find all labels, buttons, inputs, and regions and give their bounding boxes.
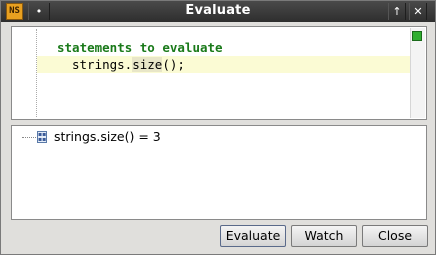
maximize-button[interactable]: ↑ (388, 3, 406, 20)
editor-comment-line: statements to evaluate (57, 40, 223, 55)
variable-icon: ▪▪ ▪▪ (37, 131, 47, 143)
close-button[interactable]: Close (362, 225, 428, 247)
statement-editor[interactable]: statements to evaluate strings.size(); (11, 26, 427, 120)
result-item[interactable]: strings.size() = 3 (54, 129, 161, 144)
code-highlight-word: size (132, 57, 163, 72)
results-tree[interactable]: ▪▪ ▪▪ strings.size() = 3 (11, 125, 427, 220)
status-indicator-icon (412, 31, 422, 41)
evaluate-button[interactable]: Evaluate (220, 225, 286, 247)
editor-gutter (36, 29, 37, 117)
editor-code-line[interactable]: strings.size(); (72, 57, 185, 72)
code-suffix: (); (162, 57, 185, 72)
code-prefix: strings. (72, 57, 133, 72)
title-bar[interactable]: NS • Evaluate ↑ ✕ (1, 1, 435, 22)
watch-button[interactable]: Watch (291, 225, 357, 247)
window-title: Evaluate (185, 3, 251, 18)
evaluate-dialog: NS • Evaluate ↑ ✕ statements to evaluate… (0, 0, 436, 255)
tree-connector (22, 137, 36, 138)
close-window-button[interactable]: ✕ (409, 3, 427, 20)
editor-scrollbar[interactable] (410, 28, 425, 118)
